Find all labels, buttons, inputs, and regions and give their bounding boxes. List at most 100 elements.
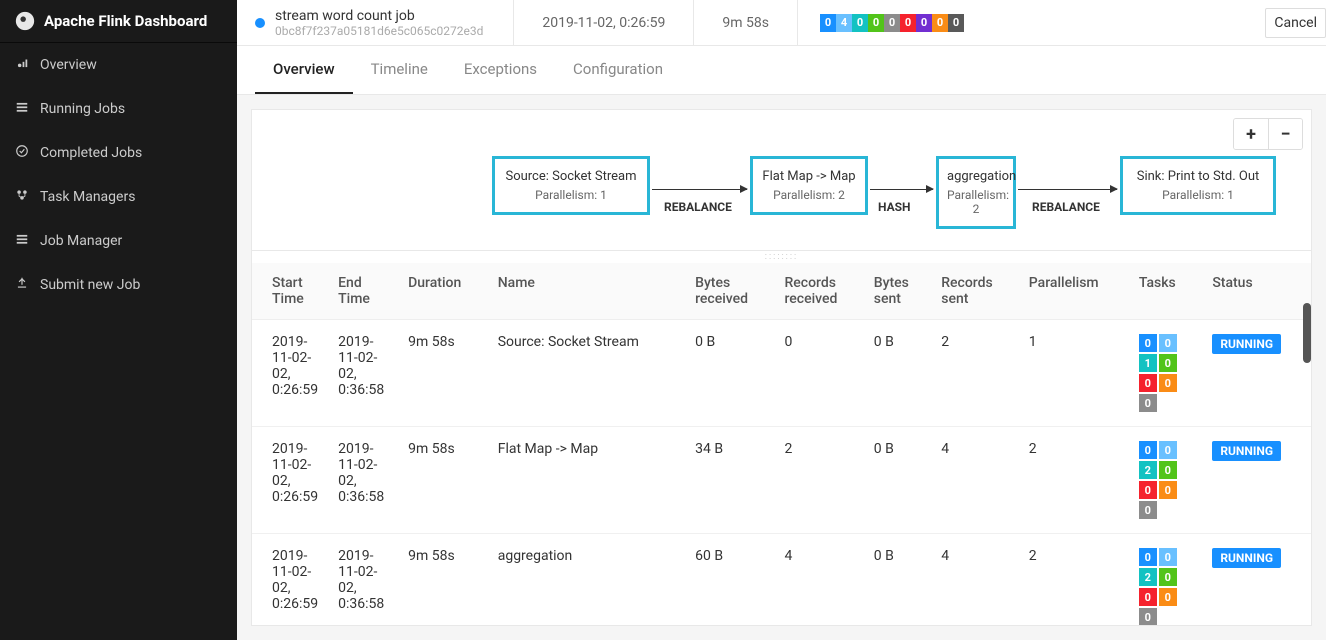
node-parallelism: Parallelism: 2 [761,188,857,202]
col-header[interactable]: Tasks [1129,263,1202,320]
table-row[interactable]: 2019-11-02-02,0:26:592019-11-02-02,0:36:… [252,427,1311,534]
cell: 0 B [685,320,774,427]
col-header[interactable]: Status [1202,263,1311,320]
tasks-cell: 0010000 [1129,320,1202,427]
status-cell: RUNNING [1202,320,1311,427]
edge-label: HASH [878,200,911,214]
col-header[interactable]: Recordssent [931,263,1019,320]
cell: 4 [931,427,1019,534]
cancel-button[interactable]: Cancel [1265,8,1326,38]
graph-node[interactable]: Sink: Print to Std. OutParallelism: 1 [1120,156,1276,215]
list-icon [14,232,30,250]
job-duration: 9m 58s [693,0,797,45]
app-title: Apache Flink Dashboard [44,12,207,30]
task-count-badge: 0 [1159,481,1177,499]
graph-node[interactable]: aggregationParallelism: 2 [936,156,1016,229]
task-count-badge: 0 [1159,334,1177,352]
node-title: Flat Map -> Map [761,169,857,184]
col-header[interactable]: Duration [398,263,488,320]
graph-node[interactable]: Flat Map -> Map Parallelism: 2 [750,156,868,215]
job-name: stream word count job [275,8,483,24]
node-parallelism: Parallelism: 1 [1131,188,1265,202]
sidebar-item-label: Task Managers [40,189,135,205]
app-header: Apache Flink Dashboard [0,0,237,43]
cell: 0 [774,320,863,427]
sidebar: Apache Flink Dashboard Overview Running J… [0,0,237,640]
sidebar-item-label: Job Manager [40,233,122,249]
col-header[interactable]: End Time [328,263,398,320]
task-count-badge: 0 [1139,501,1157,519]
table-row[interactable]: 2019-11-02-02,0:26:592019-11-02-02,0:36:… [252,534,1311,627]
task-count-badge: 0 [1139,608,1157,626]
resize-handle[interactable]: :::::::: [251,251,1312,263]
cell: 2019-11-02-02,0:26:59 [252,427,328,534]
task-count-badge: 0 [1159,441,1177,459]
job-status-dot [255,18,265,28]
scrollbar-thumb[interactable] [1303,303,1311,363]
job-header: stream word count job 0bc8f7f237a05181d6… [237,0,1326,46]
cell: Source: Socket Stream [488,320,685,427]
sidebar-item-completed-jobs[interactable]: Completed Jobs [0,131,237,175]
cell: 2 [1019,534,1129,627]
graph-edge [1018,189,1117,190]
status-tag: RUNNING [1212,334,1281,354]
job-timestamp: 2019-11-02, 0:26:59 [513,0,693,45]
list-icon [14,100,30,118]
task-count-badge: 0 [1139,548,1157,566]
tasks-table-wrap: Start TimeEnd TimeDurationNameBytesrecei… [251,263,1312,626]
tab-timeline[interactable]: Timeline [353,46,446,94]
task-count-badge: 0 [1139,334,1157,352]
col-header[interactable]: Bytessent [864,263,931,320]
col-header[interactable]: Recordsreceived [774,263,863,320]
sidebar-item-running-jobs[interactable]: Running Jobs [0,87,237,131]
cell: 2019-11-02-02,0:36:58 [328,427,398,534]
tasks-cell: 0020000 [1129,534,1202,627]
task-count-badge: 0 [1139,374,1157,392]
task-count-badge: 0 [1159,374,1177,392]
sidebar-item-submit-new-job[interactable]: Submit new Job [0,263,237,307]
status-badge: 4 [836,14,852,32]
sidebar-item-task-managers[interactable]: Task Managers [0,175,237,219]
status-badge: 0 [900,14,916,32]
status-cell: RUNNING [1202,427,1311,534]
sidebar-item-label: Completed Jobs [40,145,142,161]
sidebar-item-label: Overview [40,57,97,73]
tab-overview[interactable]: Overview [255,46,353,94]
cell: 60 B [685,534,774,627]
task-count-badge: 1 [1139,354,1157,372]
graph-node[interactable]: Source: Socket StreamParallelism: 1 [492,156,650,215]
check-circle-icon [14,144,30,162]
status-badge: 0 [884,14,900,32]
tab-exceptions[interactable]: Exceptions [446,46,555,94]
tab-bar: OverviewTimelineExceptionsConfiguration [237,46,1326,95]
cell: 34 B [685,427,774,534]
sidebar-item-job-manager[interactable]: Job Manager [0,219,237,263]
sidebar-item-overview[interactable]: Overview [0,43,237,87]
cell: 2 [774,427,863,534]
tasks-table: Start TimeEnd TimeDurationNameBytesrecei… [252,263,1311,626]
col-header[interactable]: Parallelism [1019,263,1129,320]
status-badge: 0 [868,14,884,32]
col-header[interactable]: Bytesreceived [685,263,774,320]
task-count-badge: 0 [1139,481,1157,499]
job-id: 0bc8f7f237a05181d6e5c065c0272e3d [275,24,483,38]
tab-configuration[interactable]: Configuration [555,46,681,94]
task-count-badge: 2 [1139,461,1157,479]
cell: 2 [931,320,1019,427]
cell: 2019-11-02-02,0:36:58 [328,534,398,627]
cell: 4 [774,534,863,627]
task-count-badge: 2 [1139,568,1157,586]
task-count-badge: 0 [1159,461,1177,479]
sidebar-item-label: Running Jobs [40,101,125,117]
dashboard-icon [14,56,30,74]
cell: 9m 58s [398,534,488,627]
graph-canvas[interactable]: Source: Socket StreamParallelism: 1 Flat … [252,110,1311,250]
upload-icon [14,276,30,294]
col-header[interactable]: Name [488,263,685,320]
col-header[interactable]: Start Time [252,263,328,320]
node-parallelism: Parallelism: 2 [947,188,1005,216]
cell: 9m 58s [398,427,488,534]
table-row[interactable]: 2019-11-02-02,0:26:592019-11-02-02,0:36:… [252,320,1311,427]
cell: 0 B [864,320,931,427]
cell: 2019-11-02-02,0:26:59 [252,320,328,427]
